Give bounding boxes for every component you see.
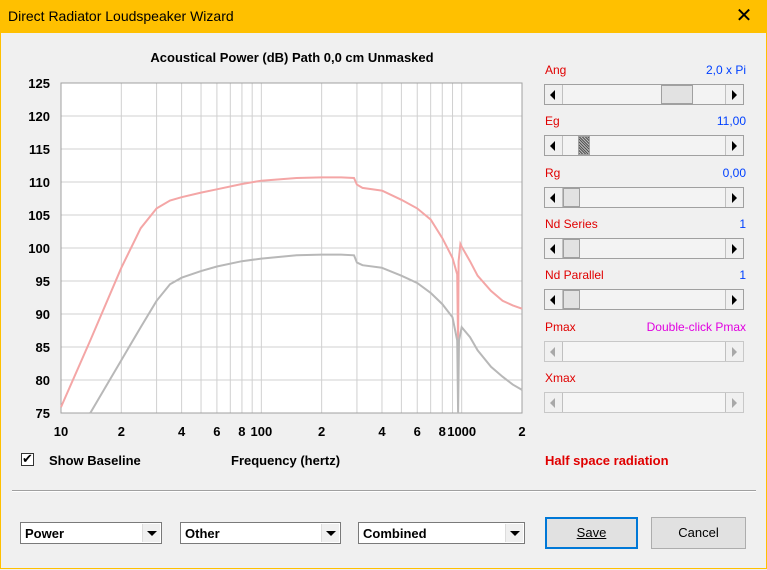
chevron-left-icon[interactable] — [545, 85, 563, 104]
chevron-right-icon[interactable] — [725, 187, 743, 207]
control-value-rg: 0,00 — [722, 165, 746, 180]
y-tick-label: 105 — [28, 208, 50, 223]
y-tick-label: 115 — [29, 142, 50, 157]
show-baseline-checkbox[interactable]: ✔ — [21, 451, 34, 466]
scrollbar-rg[interactable] — [544, 186, 744, 208]
chevron-left-icon[interactable] — [545, 290, 563, 310]
control-label-pmax: Pmax — [545, 319, 576, 334]
x-tick-label: 10 — [54, 424, 68, 439]
control-value-eg: 11,00 — [716, 114, 746, 129]
window-title: Direct Radiator Loudspeaker Wizard — [8, 8, 234, 24]
close-icon[interactable]: ✕ — [721, 0, 767, 33]
control-label-ang: Ang — [545, 63, 567, 77]
x-tick-label: 4 — [178, 424, 186, 439]
mode-select-value: Power — [25, 526, 65, 541]
chevron-left-icon[interactable] — [545, 392, 563, 412]
x-tick-label: 4 — [378, 424, 386, 439]
x-tick-label: 2 — [518, 424, 525, 439]
cancel-button[interactable]: Cancel — [651, 517, 746, 549]
y-tick-label: 100 — [28, 241, 50, 256]
x-tick-label: 100 — [250, 424, 272, 439]
check-mark-icon: ✔ — [22, 451, 33, 466]
y-tick-label: 90 — [36, 307, 50, 322]
y-tick-label: 75 — [36, 406, 50, 421]
chevron-left-icon[interactable] — [545, 187, 563, 207]
y-tick-label: 80 — [36, 373, 50, 388]
mode-select[interactable]: Power — [20, 522, 162, 544]
combine-select[interactable]: Combined — [358, 522, 525, 544]
scrollbar-xmax[interactable] — [544, 391, 744, 413]
control-value-ang: 2,0 x Pi — [705, 63, 746, 77]
scrollbar-thumb[interactable] — [563, 238, 580, 258]
control-label-nd_series: Nd Series — [545, 216, 598, 231]
x-tick-label: 6 — [414, 424, 421, 439]
type-select-value: Other — [185, 526, 220, 541]
combine-select-value: Combined — [363, 526, 427, 541]
scrollbar-ang[interactable] — [544, 84, 744, 105]
scrollbar-thumb[interactable] — [563, 290, 580, 310]
chevron-down-icon[interactable] — [505, 524, 523, 542]
save-button-label: Save — [576, 525, 607, 540]
chevron-right-icon[interactable] — [725, 136, 743, 156]
y-tick-label: 120 — [28, 109, 50, 124]
chevron-right-icon[interactable] — [725, 85, 743, 104]
y-tick-label: 125 — [28, 76, 50, 91]
scrollbar-thumb[interactable] — [578, 136, 590, 156]
control-label-nd_parallel: Nd Parallel — [545, 268, 604, 283]
radiation-note: Half space radiation — [545, 453, 669, 468]
y-tick-label: 85 — [36, 340, 50, 355]
chart-title: Acoustical Power (dB) Path 0,0 cm Unmask… — [150, 50, 434, 65]
chevron-down-icon[interactable] — [321, 524, 339, 542]
x-tick-label: 8 — [238, 424, 245, 439]
control-label-eg: Eg — [545, 114, 560, 129]
save-button[interactable]: Save — [545, 517, 638, 549]
chevron-right-icon[interactable] — [725, 341, 743, 361]
chevron-down-icon[interactable] — [142, 524, 160, 542]
scrollbar-pmax[interactable] — [544, 340, 744, 362]
type-select[interactable]: Other — [180, 522, 341, 544]
control-label-xmax: Xmax — [545, 370, 576, 385]
control-value-nd_parallel: 1 — [739, 268, 746, 283]
x-tick-label: 6 — [213, 424, 220, 439]
chevron-right-icon[interactable] — [725, 238, 743, 258]
scrollbar-nd_parallel[interactable] — [544, 289, 744, 311]
scrollbar-thumb[interactable] — [660, 85, 693, 104]
scrollbar-thumb[interactable] — [563, 187, 580, 207]
control-label-rg: Rg — [545, 165, 561, 180]
chevron-left-icon[interactable] — [545, 238, 563, 258]
acoustical-power-chart: 75 80 85 90 95 100 105 110 115 120 125 10 2 4 6 8 100 2 4… — [28, 76, 525, 439]
scrollbar-eg[interactable] — [544, 135, 744, 157]
chevron-right-icon[interactable] — [725, 392, 743, 412]
y-tick-label: 95 — [36, 274, 50, 289]
x-tick-label: 8 — [439, 424, 446, 439]
x-axis-label: Frequency (hertz) — [231, 453, 341, 468]
scrollbar-nd_series[interactable] — [544, 237, 744, 259]
chevron-left-icon[interactable] — [545, 136, 563, 156]
chevron-left-icon[interactable] — [545, 341, 563, 361]
y-tick-label: 110 — [29, 175, 50, 190]
control-value-nd_series: 1 — [739, 216, 746, 231]
separator — [12, 490, 756, 492]
show-baseline-label[interactable]: Show Baseline — [49, 453, 141, 468]
control-value-pmax[interactable]: Double-click Pmax — [647, 320, 746, 334]
title-bar: Direct Radiator Loudspeaker Wizard ✕ — [0, 0, 767, 33]
x-tick-label: 1000 — [447, 424, 476, 439]
x-tick-label: 2 — [118, 424, 125, 439]
x-tick-label: 2 — [318, 424, 325, 439]
chevron-right-icon[interactable] — [725, 290, 743, 310]
